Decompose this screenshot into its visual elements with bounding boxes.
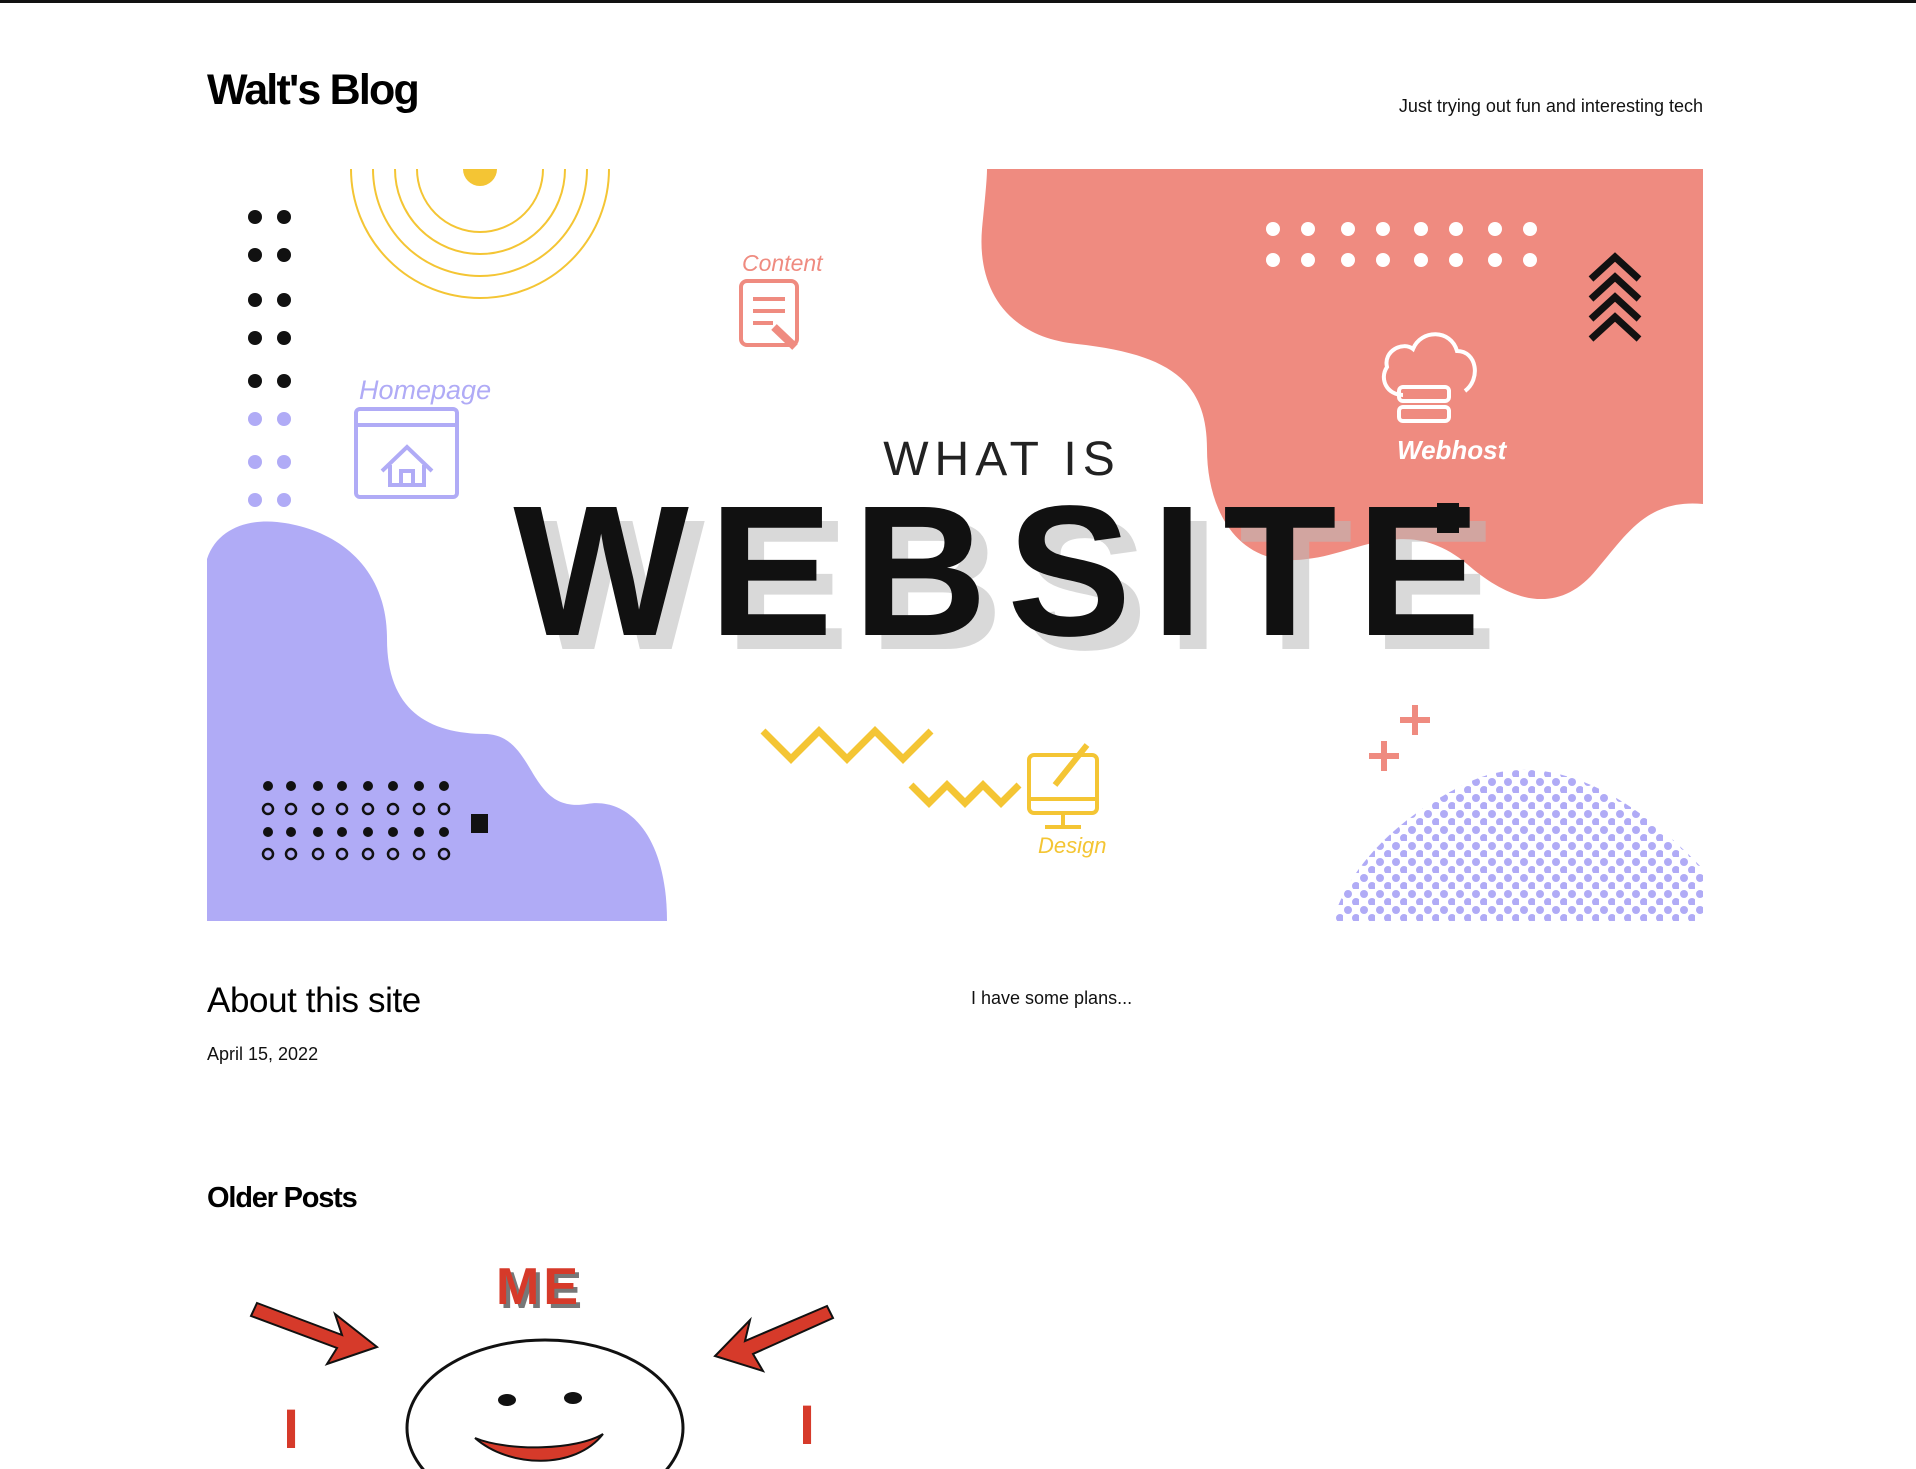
- site-tagline: Just trying out fun and interesting tech: [1398, 96, 1703, 116]
- design-label: Design: [1038, 833, 1106, 858]
- thumb-i-left: I: [283, 1397, 299, 1460]
- webhost-label: Webhost: [1397, 435, 1508, 465]
- older-post-thumbnail[interactable]: ME ME I I: [247, 1258, 847, 1469]
- featured-image[interactable]: Homepage Content Webhost WHAT IS WEBSITE…: [207, 169, 1703, 921]
- thumb-me-text: ME: [496, 1258, 582, 1316]
- content-label: Content: [742, 250, 824, 276]
- post-title-link[interactable]: About this site: [207, 983, 421, 1018]
- older-posts-heading: Older Posts: [207, 1182, 358, 1214]
- post-excerpt: I have some plans...: [971, 988, 1133, 1008]
- thumb-i-right: I: [799, 1393, 815, 1456]
- homepage-label: Homepage: [359, 375, 491, 405]
- site-header: Walt's Blog Just trying out fun and inte…: [207, 3, 1703, 163]
- hero-line-website: WEBSITE: [513, 468, 1500, 675]
- post-date: April 15, 2022: [207, 1044, 319, 1064]
- hero-apostrophe: [1437, 503, 1459, 533]
- site-title-link[interactable]: Walt's Blog: [207, 69, 420, 112]
